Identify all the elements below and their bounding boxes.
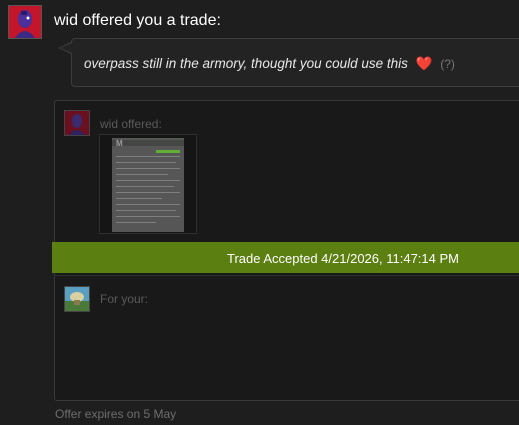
wid-avatar-small[interactable]: [64, 110, 90, 136]
heart-icon: ❤️: [415, 56, 433, 71]
trade-status-text: Trade Accepted 4/21/2026, 11:47:14 PM: [227, 251, 459, 266]
item-logo-text: M: [116, 139, 123, 148]
trade-message-text: overpass still in the armory, thought yo…: [84, 56, 408, 71]
offered-label: wid offered:: [100, 117, 162, 131]
offer-expires-text: Offer expires on 5 May: [55, 407, 177, 421]
help-link[interactable]: (?): [440, 57, 455, 71]
for-your-label: For your:: [100, 292, 149, 306]
user-avatar[interactable]: [64, 286, 90, 312]
wid-avatar[interactable]: [8, 5, 42, 39]
trade-message: overpass still in the armory, thought yo…: [84, 56, 455, 72]
trade-headline: wid offered you a trade:: [54, 12, 221, 29]
document-item-icon: [112, 138, 184, 232]
bubble-tail-inner: [60, 43, 72, 53]
panel-divider: [54, 275, 519, 276]
